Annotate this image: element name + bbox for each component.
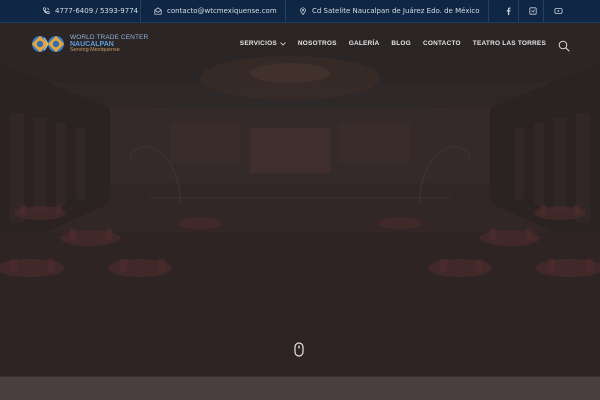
nav-item-galeria[interactable]: GALERÍA	[349, 40, 380, 47]
email-contact[interactable]: contacto@wtcmexiquense.com	[154, 0, 277, 22]
map-pin-icon	[299, 7, 307, 15]
nav-item-label: NOSOTROS	[297, 40, 337, 47]
divider	[543, 0, 544, 22]
globe-logo-icon	[32, 36, 64, 52]
facebook-icon[interactable]	[502, 5, 514, 17]
page: 4777-6409 / 5393-9774 contacto@wtcmexiqu…	[0, 0, 600, 400]
nav-item-blog[interactable]: BLOG	[391, 40, 411, 47]
nav-item-contacto[interactable]: CONTACTO	[423, 40, 461, 47]
top-info-bar: 4777-6409 / 5393-9774 contacto@wtcmexiqu…	[0, 0, 600, 23]
nav-item-label: TEATRO LAS TORRES	[472, 40, 546, 47]
main-nav: SERVICIOS NOSOTROS GALERÍA BLOG CONTACTO…	[240, 40, 546, 47]
divider	[488, 0, 489, 22]
logo-tagline: Serving Mexiquense	[70, 47, 120, 53]
address-contact: Cd Satelite Naucalpan de Juárez Edo. de …	[299, 0, 480, 22]
hero-dark-overlay	[0, 23, 600, 376]
nav-item-label: SERVICIOS	[239, 40, 277, 47]
divider	[285, 0, 286, 22]
phone-icon	[42, 7, 50, 15]
nav-item-nosotros[interactable]: NOSOTROS	[298, 40, 337, 47]
nav-item-label: CONTACTO	[422, 40, 461, 47]
chevron-down-icon	[280, 41, 286, 46]
hero-banner	[0, 23, 600, 376]
next-section-strip	[0, 376, 600, 400]
address-text: Cd Satelite Naucalpan de Juárez Edo. de …	[312, 7, 480, 15]
site-logo[interactable]: WORLD TRADE CENTER NAUCALPAN Serving Mex…	[30, 34, 148, 54]
search-icon[interactable]	[558, 37, 570, 52]
envelope-open-icon	[154, 7, 162, 15]
youtube-icon[interactable]	[552, 5, 564, 17]
divider	[518, 0, 519, 22]
instagram-icon[interactable]	[527, 5, 539, 17]
nav-item-label: BLOG	[391, 40, 411, 47]
divider	[140, 0, 141, 22]
email-text: contacto@wtcmexiquense.com	[167, 7, 277, 15]
nav-item-teatro-las-torres[interactable]: TEATRO LAS TORRES	[473, 40, 546, 47]
mouse-scroll-icon[interactable]	[294, 342, 304, 357]
phone-contact[interactable]: 4777-6409 / 5393-9774	[42, 0, 138, 22]
nav-item-label: GALERÍA	[348, 40, 380, 47]
nav-item-servicios[interactable]: SERVICIOS	[240, 40, 286, 47]
phone-text: 4777-6409 / 5393-9774	[55, 7, 139, 15]
